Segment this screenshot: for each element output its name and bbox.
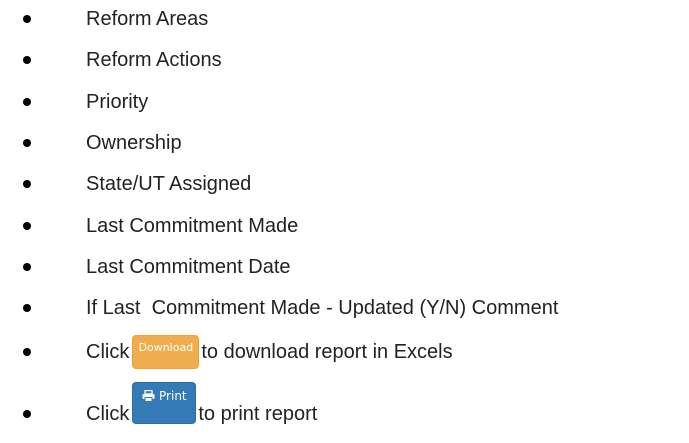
list-item-text: Priority	[86, 91, 149, 113]
bullet-icon	[23, 15, 31, 23]
printer-icon	[142, 390, 155, 402]
bullet-icon	[23, 180, 31, 188]
bullet-icon	[23, 348, 31, 356]
list-item-text: Last Commitment Made	[86, 215, 299, 237]
list-item-text: Last Commitment Date	[86, 256, 291, 278]
list-item-text: State/UT Assigned	[86, 173, 252, 195]
print-instruction-text: Click Print to print report	[86, 382, 317, 424]
list-item: Reform Areas	[0, 1, 689, 37]
list-item: Last Commitment Date	[0, 249, 689, 285]
print-button-label: Print	[159, 389, 187, 403]
print-instruction: Click Print to print report	[0, 380, 689, 432]
bullet-icon	[23, 410, 31, 418]
list-item-text: Ownership	[86, 132, 182, 154]
bullet-icon	[23, 304, 31, 312]
list-item-text: Reform Actions	[86, 49, 222, 71]
list-item: Reform Actions	[0, 42, 689, 78]
list-item-text: Reform Areas	[86, 8, 209, 30]
list-item: Priority	[0, 84, 689, 120]
list-item-text: If Last Commitment Made - Updated (Y/N) …	[86, 297, 559, 319]
download-description: to download report in Excels	[201, 341, 453, 363]
bullet-icon	[23, 139, 31, 147]
bullet-icon	[23, 56, 31, 64]
bullet-icon	[23, 222, 31, 230]
list-item: Ownership	[0, 125, 689, 161]
download-instruction: Click Download to download report in Excel…	[0, 332, 689, 372]
print-description: to print report	[198, 403, 318, 425]
bullet-icon	[23, 263, 31, 271]
bullet-icon	[23, 98, 31, 106]
click-label: Click	[86, 341, 130, 363]
click-label: Click	[86, 403, 130, 425]
print-button[interactable]: Print	[132, 382, 197, 424]
download-instruction-text: Click Download to download report in Excel…	[86, 335, 453, 369]
list-item: State/UT Assigned	[0, 166, 689, 202]
list-item: Last Commitment Made	[0, 208, 689, 244]
download-button[interactable]: Download	[132, 335, 200, 369]
list-item: If Last Commitment Made - Updated (Y/N) …	[0, 290, 689, 326]
